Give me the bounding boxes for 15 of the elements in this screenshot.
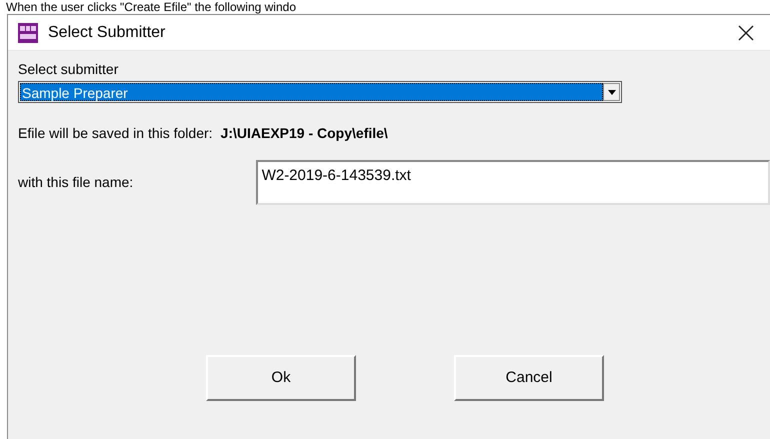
close-icon — [738, 24, 754, 40]
caret-icon — [608, 90, 616, 94]
dropdown-arrow-button[interactable] — [603, 83, 620, 101]
field-label: Select submitter — [18, 60, 120, 79]
dropdown-value: Sample Preparer — [20, 83, 603, 101]
dialog-button[interactable]: Cancel — [454, 355, 604, 401]
submitter-dropdown[interactable]: Sample Preparer — [18, 81, 622, 103]
file-name-field[interactable]: W2-2019-6-143539.txt — [256, 160, 770, 205]
caption-text: When the user clicks "Create Efile" the following windo — [5, 0, 297, 14]
app-icon — [18, 22, 38, 42]
folder-label: Efile will be saved in this folder: — [18, 124, 213, 143]
window-title: Select Submitter — [48, 22, 166, 42]
dialog-button[interactable]: Ok — [206, 355, 356, 401]
file-name-label: with this file name: — [18, 173, 134, 192]
folder-path: J:\UIAEXP19 - Copy\efile\ — [220, 124, 388, 143]
